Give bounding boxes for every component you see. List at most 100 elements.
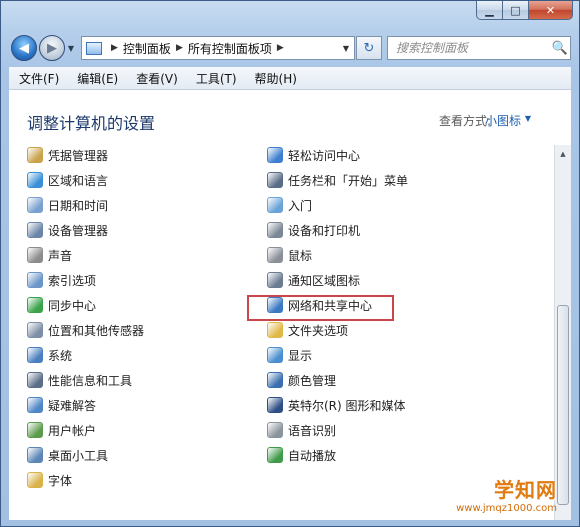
menu-edit[interactable]: 编辑(E) xyxy=(67,70,126,87)
date-time-icon xyxy=(27,197,43,213)
menu-bar: 文件(F) 编辑(E) 查看(V) 工具(T) 帮助(H) xyxy=(9,67,571,90)
item-label: 鼠标 xyxy=(288,248,313,263)
breadcrumb-separator-icon[interactable]: ▶ xyxy=(171,43,188,53)
menu-file[interactable]: 文件(F) xyxy=(9,70,67,87)
window-caption-buttons: ▁ □ ✕ xyxy=(476,1,573,20)
view-by-selector[interactable]: 小图标 xyxy=(485,112,521,129)
scroll-up-icon[interactable]: ▲ xyxy=(555,145,571,162)
forward-button[interactable]: ▶ xyxy=(39,35,65,61)
item-label: 同步中心 xyxy=(48,298,97,313)
troubleshooting-icon xyxy=(27,397,43,413)
close-button[interactable]: ✕ xyxy=(529,1,573,20)
control-panel-item[interactable]: 任务栏和「开始」菜单 xyxy=(267,170,408,190)
search-input[interactable] xyxy=(394,40,550,56)
control-panel-item[interactable]: 凭据管理器 xyxy=(27,145,108,165)
indexing-options-icon xyxy=(27,272,43,288)
control-panel-item[interactable]: 字体 xyxy=(27,470,72,490)
navigation-bar: ◀ ▶ ▼ ▶ 控制面板 ▶ 所有控制面板项 ▶ ▼ ↻ 🔍 xyxy=(11,31,571,65)
address-bar[interactable]: ▶ 控制面板 ▶ 所有控制面板项 ▶ ▼ xyxy=(81,36,355,60)
watermark-url: www.jmqz1000.com xyxy=(456,503,557,514)
control-panel-item[interactable]: 同步中心 xyxy=(27,295,96,315)
item-label: 显示 xyxy=(288,348,313,363)
highlight-box xyxy=(247,295,394,321)
control-panel-item[interactable]: 系统 xyxy=(27,345,72,365)
breadcrumb-separator-icon[interactable]: ▶ xyxy=(106,43,123,53)
item-label: 字体 xyxy=(48,473,73,488)
watermark: 学知网 www.jmqz1000.com xyxy=(456,474,557,514)
item-label: 英特尔(R) 图形和媒体 xyxy=(288,398,406,413)
color-management-icon xyxy=(267,372,283,388)
control-panel-item[interactable]: 索引选项 xyxy=(27,270,96,290)
control-panel-item[interactable]: 鼠标 xyxy=(267,245,312,265)
control-panel-item[interactable]: 声音 xyxy=(27,245,72,265)
menu-view[interactable]: 查看(V) xyxy=(126,70,186,87)
control-panel-item[interactable]: 英特尔(R) 图形和媒体 xyxy=(267,395,406,415)
item-label: 设备管理器 xyxy=(48,223,109,238)
breadcrumb-control-panel[interactable]: 控制面板 xyxy=(123,40,171,57)
item-label: 系统 xyxy=(48,348,73,363)
refresh-button[interactable]: ↻ xyxy=(356,36,382,60)
system-icon xyxy=(27,347,43,363)
item-label: 位置和其他传感器 xyxy=(48,323,145,338)
item-label: 轻松访问中心 xyxy=(288,148,361,163)
minimize-button[interactable]: ▁ xyxy=(476,1,503,20)
ease-of-access-icon xyxy=(267,147,283,163)
control-panel-item[interactable]: 位置和其他传感器 xyxy=(27,320,144,340)
maximize-button[interactable]: □ xyxy=(503,1,529,20)
item-label: 区域和语言 xyxy=(48,173,109,188)
control-panel-item[interactable]: 文件夹选项 xyxy=(267,320,348,340)
item-label: 索引选项 xyxy=(48,273,97,288)
control-panel-item[interactable]: 自动播放 xyxy=(267,445,336,465)
item-label: 声音 xyxy=(48,248,73,263)
control-panel-item[interactable]: 区域和语言 xyxy=(27,170,108,190)
search-box[interactable]: 🔍 xyxy=(387,36,571,60)
credential-manager-icon xyxy=(27,147,43,163)
control-panel-item[interactable]: 轻松访问中心 xyxy=(267,145,360,165)
control-panel-item[interactable]: 性能信息和工具 xyxy=(27,370,132,390)
control-panel-item[interactable]: 显示 xyxy=(267,345,312,365)
control-panel-item[interactable]: 设备管理器 xyxy=(27,220,108,240)
item-label: 日期和时间 xyxy=(48,198,109,213)
location-sensors-icon xyxy=(27,322,43,338)
vertical-scrollbar[interactable]: ▲ xyxy=(554,145,571,520)
getting-started-icon xyxy=(267,197,283,213)
control-panel-item[interactable]: 桌面小工具 xyxy=(27,445,108,465)
item-label: 自动播放 xyxy=(288,448,337,463)
page-title: 调整计算机的设置 xyxy=(27,114,156,133)
intel-graphics-icon xyxy=(267,397,283,413)
desktop-gadgets-icon xyxy=(27,447,43,463)
control-panel-item[interactable]: 设备和打印机 xyxy=(267,220,360,240)
control-panel-item[interactable]: 日期和时间 xyxy=(27,195,108,215)
recent-pages-dropdown[interactable]: ▼ xyxy=(65,44,77,53)
search-icon[interactable]: 🔍 xyxy=(550,41,570,56)
menu-help[interactable]: 帮助(H) xyxy=(245,70,305,87)
devices-printers-icon xyxy=(267,222,283,238)
control-panel-item[interactable]: 用户帐户 xyxy=(27,420,96,440)
menu-tools[interactable]: 工具(T) xyxy=(186,70,245,87)
performance-icon xyxy=(27,372,43,388)
breadcrumb-all-items[interactable]: 所有控制面板项 xyxy=(188,40,272,57)
back-button[interactable]: ◀ xyxy=(11,35,37,61)
control-panel-icon xyxy=(86,41,102,55)
scrollbar-thumb[interactable] xyxy=(557,305,569,505)
item-label: 任务栏和「开始」菜单 xyxy=(288,173,409,188)
view-by-label: 查看方式: xyxy=(438,114,491,128)
control-panel-item[interactable]: 入门 xyxy=(267,195,312,215)
control-panel-item[interactable]: 颜色管理 xyxy=(267,370,336,390)
control-panel-item[interactable]: 语音识别 xyxy=(267,420,336,440)
item-label: 入门 xyxy=(288,198,313,213)
autoplay-icon xyxy=(267,447,283,463)
fonts-icon xyxy=(27,472,43,488)
address-dropdown-icon[interactable]: ▼ xyxy=(338,44,354,53)
notification-area-icon xyxy=(267,272,283,288)
item-label: 通知区域图标 xyxy=(288,273,361,288)
breadcrumb-separator-icon[interactable]: ▶ xyxy=(272,43,289,53)
control-panel-item[interactable]: 疑难解答 xyxy=(27,395,96,415)
folder-options-icon xyxy=(267,322,283,338)
item-label: 文件夹选项 xyxy=(288,323,349,338)
view-by-dropdown-icon[interactable]: ▼ xyxy=(525,114,531,123)
taskbar-start-menu-icon xyxy=(267,172,283,188)
control-panel-item[interactable]: 通知区域图标 xyxy=(267,270,360,290)
content-pane: 调整计算机的设置 查看方式: 小图标 ▼ 凭据管理器区域和语言日期和时间设备管理… xyxy=(9,90,571,520)
control-panel-window: ▁ □ ✕ ◀ ▶ ▼ ▶ 控制面板 ▶ 所有控制面板项 ▶ ▼ ↻ 🔍 文件(… xyxy=(0,0,580,527)
